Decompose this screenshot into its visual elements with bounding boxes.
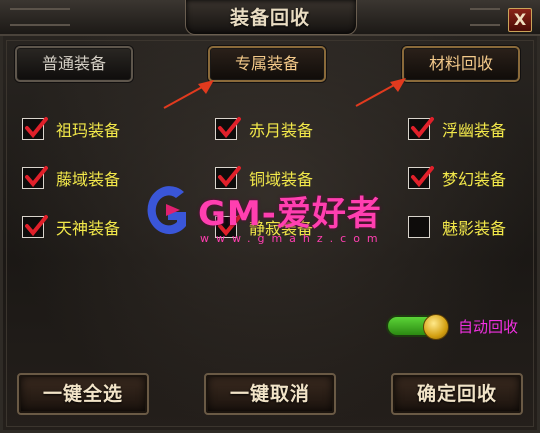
equipment-checkbox-row[interactable]: 天神装备	[22, 214, 120, 240]
equipment-label: 铜域装备	[249, 170, 314, 189]
tab-normal-equipment[interactable]: 普通装备	[15, 46, 133, 82]
equipment-label: 天神装备	[56, 219, 121, 238]
checkbox[interactable]	[408, 216, 430, 238]
equipment-checkbox-row[interactable]: 静寂装备	[215, 214, 313, 240]
equipment-label: 静寂装备	[249, 219, 314, 238]
cancel-all-button[interactable]: 一键取消	[204, 373, 336, 415]
checkbox[interactable]	[215, 166, 241, 189]
checkbox[interactable]	[22, 166, 48, 189]
checkmark-icon	[218, 215, 241, 236]
arrow-icon	[355, 78, 406, 107]
equipment-checkbox-row[interactable]: 浮幽装备	[408, 116, 506, 142]
equipment-label: 梦幻装备	[442, 170, 507, 189]
select-all-button[interactable]: 一键全选	[17, 373, 149, 415]
checkmark-icon	[25, 117, 48, 138]
checkbox[interactable]	[215, 117, 241, 140]
equipment-checkbox-row[interactable]: 梦幻装备	[408, 165, 506, 191]
checkmark-icon	[25, 166, 48, 187]
equipment-label: 赤月装备	[249, 121, 314, 140]
equipment-label: 祖玛装备	[56, 121, 121, 140]
equipment-label: 魅影装备	[442, 219, 507, 238]
window-title: 装备回收	[229, 7, 310, 29]
checkbox[interactable]	[215, 215, 241, 238]
title-ornament-right	[470, 8, 500, 26]
tab-material-recycle[interactable]: 材料回收	[402, 46, 520, 82]
tab-exclusive-equipment[interactable]: 专属装备	[208, 46, 326, 82]
checkmark-icon	[218, 117, 241, 138]
checkmark-icon	[25, 215, 48, 236]
equipment-label: 藤域装备	[56, 170, 121, 189]
checkmark-icon	[218, 166, 241, 187]
equipment-label: 浮幽装备	[442, 121, 507, 140]
equipment-checkbox-row[interactable]: 藤域装备	[22, 165, 120, 191]
toggle-knob	[423, 314, 449, 340]
equipment-checkbox-row[interactable]: 赤月装备	[215, 116, 313, 142]
checkbox[interactable]	[22, 117, 48, 140]
confirm-recycle-button[interactable]: 确定回收	[391, 373, 523, 415]
arrow-icon	[163, 80, 214, 109]
equipment-checkbox-row[interactable]: 祖玛装备	[22, 116, 120, 142]
checkmark-icon	[411, 166, 434, 187]
equipment-checkbox-row[interactable]: 铜域装备	[215, 165, 313, 191]
equipment-checkbox-row[interactable]: 魅影装备	[408, 214, 506, 240]
auto-recycle-label: 自动回收	[458, 318, 519, 336]
close-button[interactable]: X	[508, 8, 532, 32]
checkbox[interactable]	[408, 166, 434, 189]
checkbox[interactable]	[408, 117, 434, 140]
checkmark-icon	[411, 117, 434, 138]
checkbox[interactable]	[22, 215, 48, 238]
title-ornament-left	[10, 8, 70, 26]
auto-recycle-toggle[interactable]	[386, 314, 449, 340]
